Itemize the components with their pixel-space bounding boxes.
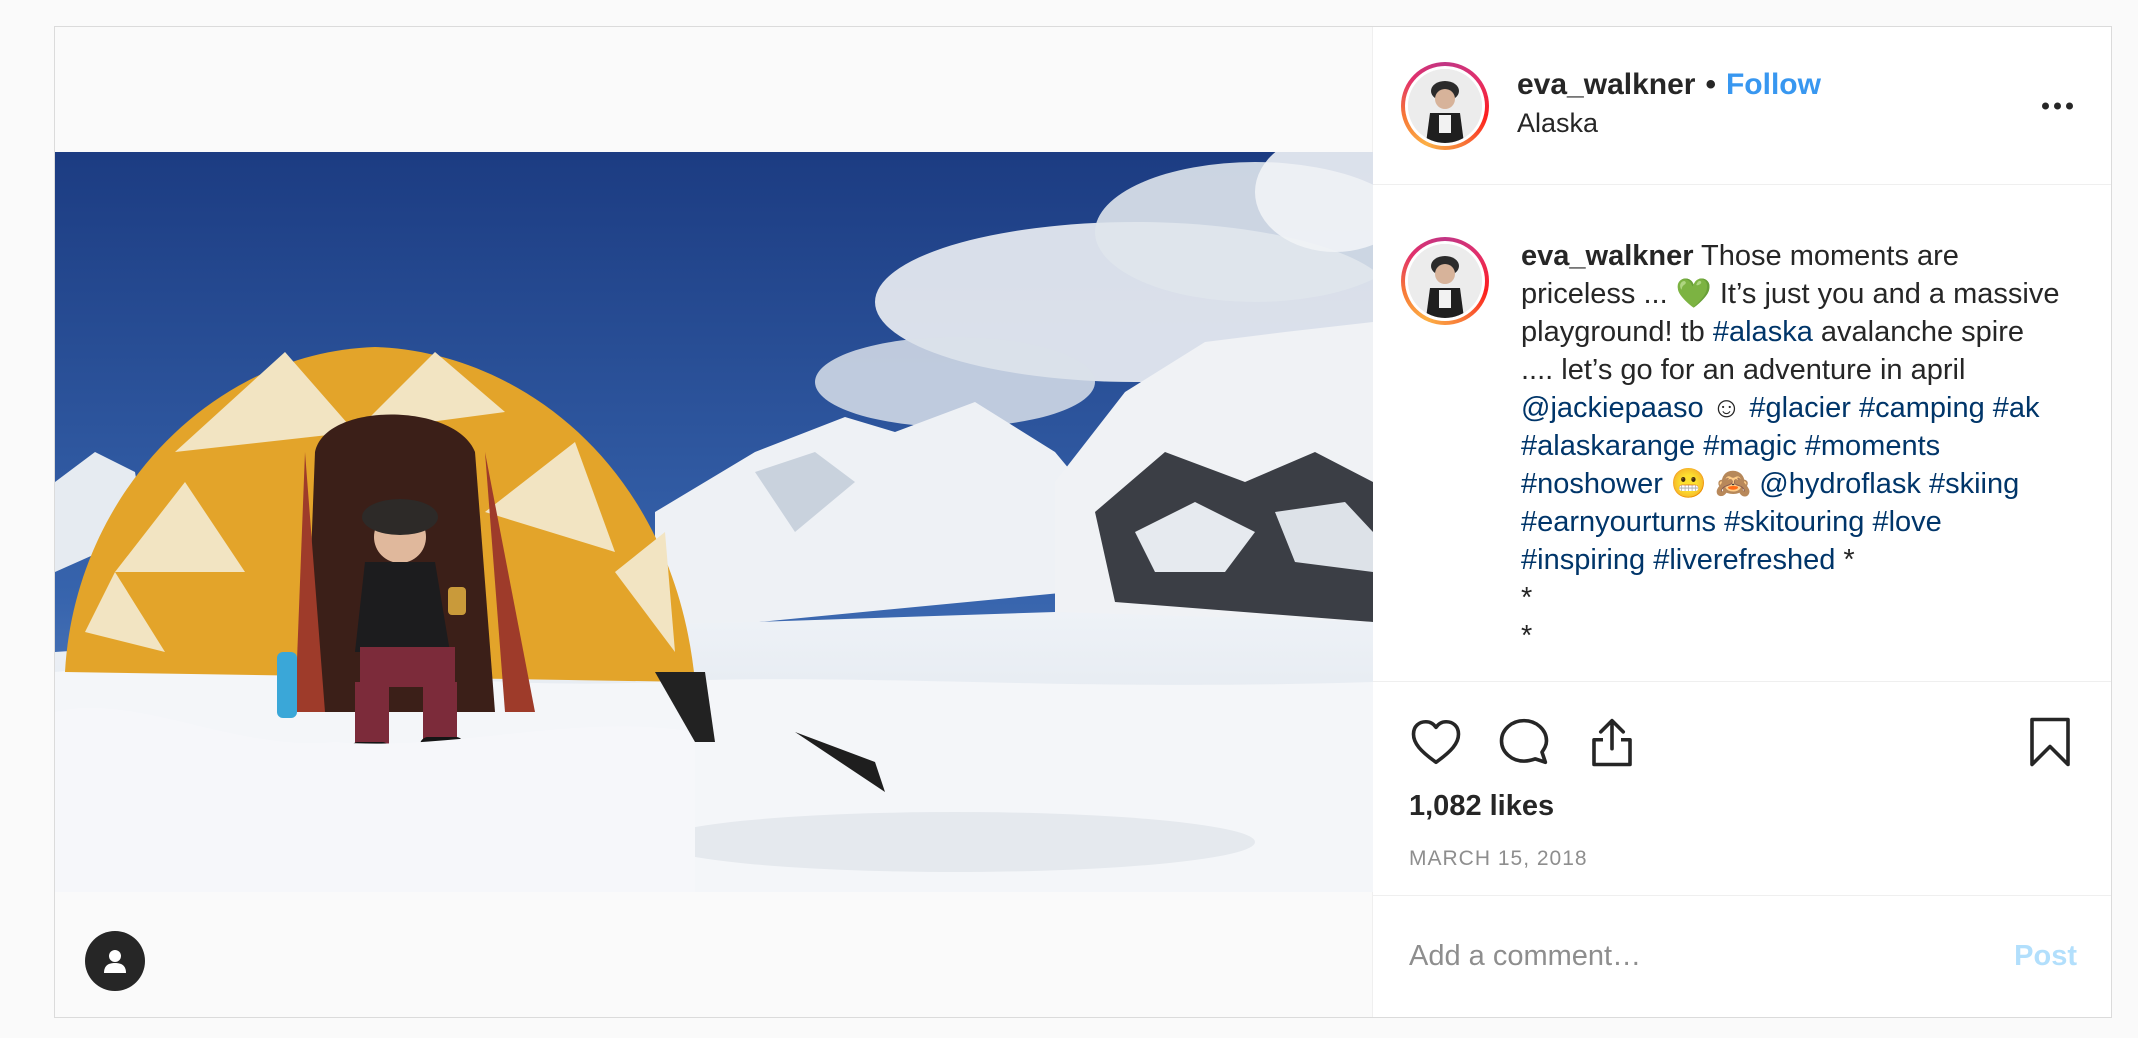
user-tag-icon (104, 950, 126, 973)
hashtag-link[interactable]: #ak (1993, 392, 2040, 424)
post-photo[interactable] (55, 152, 1373, 892)
caption-fragment (1921, 468, 1929, 500)
hashtag-link[interactable]: #earnyourturns (1521, 506, 1716, 538)
caption-fragment (1985, 392, 1993, 424)
more-options-icon[interactable] (2042, 102, 2073, 109)
avatar-image (1408, 244, 1482, 318)
profile-photo (1408, 244, 1482, 318)
mention-link[interactable]: @hydroflask (1759, 468, 1921, 500)
more-dot (2066, 102, 2073, 109)
share-icon[interactable] (1585, 715, 1639, 769)
hashtag-link[interactable]: #noshower (1521, 468, 1663, 500)
separator-dot: • (1705, 68, 1716, 101)
caption-fragment (1851, 392, 1859, 424)
hashtag-link[interactable]: #magic (1703, 430, 1797, 462)
mention-link[interactable]: @jackiepaaso (1521, 392, 1704, 424)
hashtag-link[interactable]: #inspiring (1521, 544, 1645, 576)
post-sidebar: eva_walkner • Follow Alaska eva_walkner … (1373, 27, 2111, 1017)
hashtag-link[interactable]: #alaska (1713, 316, 1813, 348)
caption-username[interactable]: eva_walkner (1521, 240, 1694, 272)
caption-fragment: * (1835, 544, 1855, 576)
caption-fragment: 😬 🙈 (1662, 468, 1760, 500)
caption-fragment (1797, 430, 1805, 462)
caption-fragment (1645, 544, 1653, 576)
instagram-post: eva_walkner • Follow Alaska eva_walkner … (54, 26, 2112, 1018)
more-dot (2054, 102, 2061, 109)
hashtag-link[interactable]: #camping (1859, 392, 1985, 424)
caption-body: Those moments are priceless ... 💚 It’s j… (1521, 240, 2059, 576)
more-dot (2042, 102, 2049, 109)
caption-fragment: ☺ (1703, 392, 1750, 424)
avatar-image (1408, 68, 1482, 143)
alaska-tent-photo (55, 152, 1373, 892)
avatar-border (1405, 241, 1485, 321)
header-text: eva_walkner • Follow Alaska (1517, 68, 1821, 139)
profile-photo (1408, 68, 1482, 143)
comment-form: Post (1373, 895, 2111, 1017)
hashtag-link[interactable]: #glacier (1749, 392, 1851, 424)
hashtag-link[interactable]: #moments (1805, 430, 1940, 462)
caption-text: eva_walkner Those moments are priceless … (1521, 237, 2061, 681)
hashtag-link[interactable]: #skiing (1929, 468, 2019, 500)
caption-avatar[interactable] (1401, 237, 1489, 325)
heart-icon[interactable] (1409, 715, 1463, 769)
hashtag-link[interactable]: #skitouring (1724, 506, 1864, 538)
post-header: eva_walkner • Follow Alaska (1373, 27, 2111, 185)
caption-trailing: * * (1521, 579, 2061, 655)
username-link[interactable]: eva_walkner (1517, 68, 1695, 102)
post-media (55, 27, 1373, 1017)
comment-input[interactable] (1409, 940, 2015, 973)
action-bar (1373, 682, 2111, 802)
follow-button[interactable]: Follow (1726, 68, 1821, 102)
location-link[interactable]: Alaska (1517, 108, 1821, 139)
tagged-users-button[interactable] (85, 931, 145, 991)
hashtag-link[interactable]: #alaskarange (1521, 430, 1695, 462)
bookmark-icon[interactable] (2023, 715, 2077, 769)
caption-area: eva_walkner Those moments are priceless … (1373, 185, 2111, 682)
caption-line: * (1521, 582, 1533, 614)
caption-fragment (1716, 506, 1724, 538)
hashtag-link[interactable]: #liverefreshed (1653, 544, 1835, 576)
post-date[interactable]: MARCH 15, 2018 (1373, 847, 2111, 871)
post-comment-button[interactable]: Post (2014, 940, 2077, 973)
caption-line: * (1521, 620, 1533, 652)
header-row: eva_walkner • Follow (1517, 68, 1821, 102)
caption-fragment (1695, 430, 1703, 462)
hashtag-link[interactable]: #love (1872, 506, 1941, 538)
comment-icon[interactable] (1497, 715, 1551, 769)
avatar[interactable] (1401, 61, 1489, 150)
avatar-border (1405, 65, 1485, 146)
